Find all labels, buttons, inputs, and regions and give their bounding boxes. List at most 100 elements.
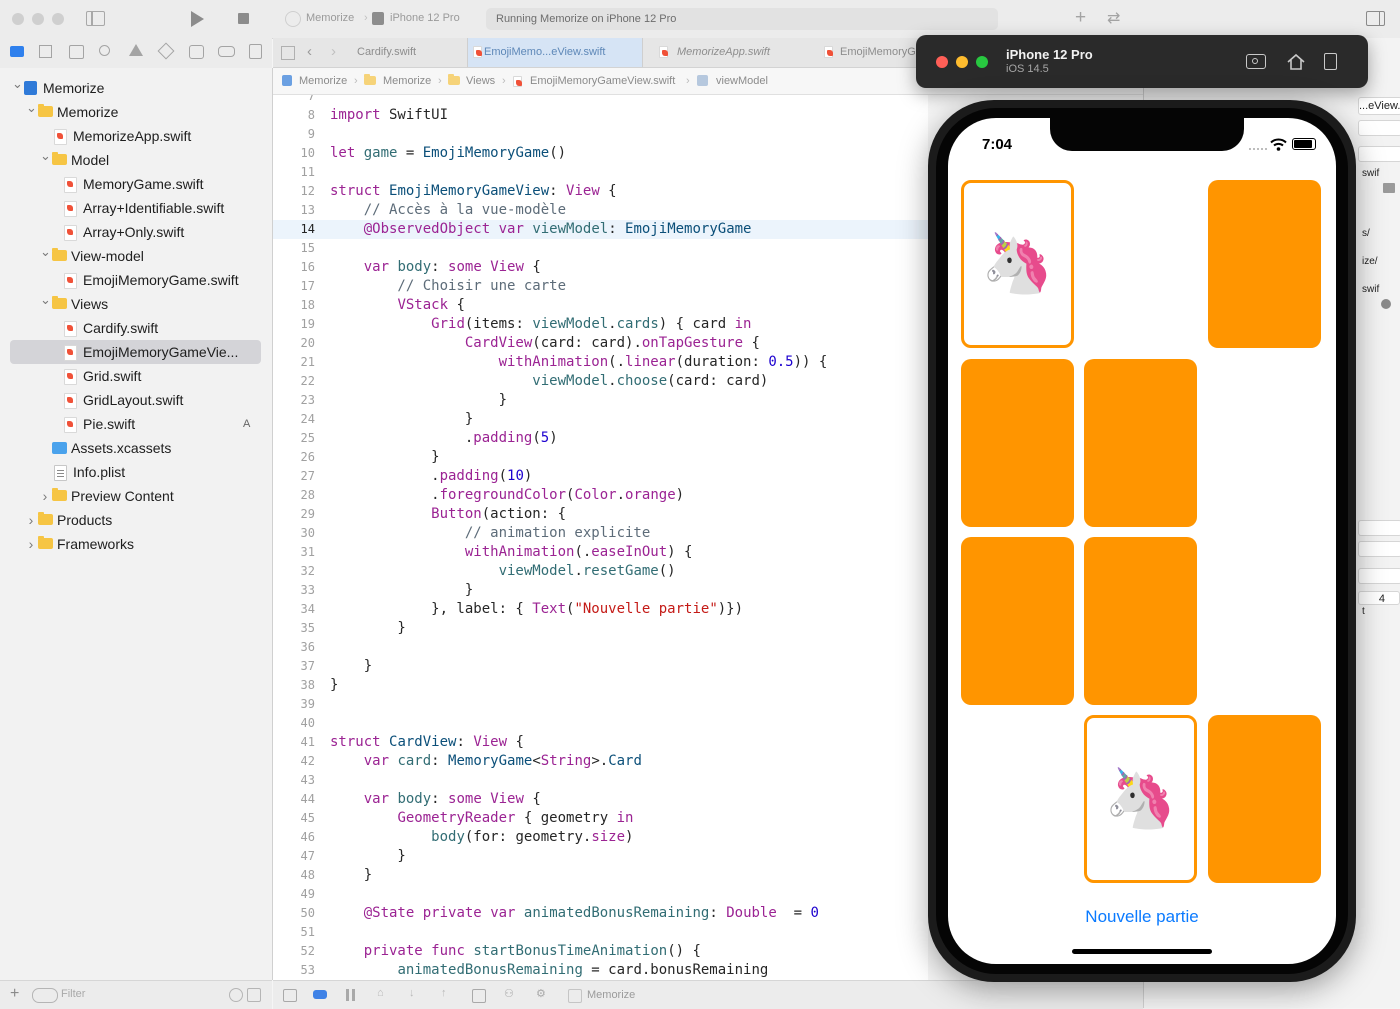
scheme-selector[interactable]: Memorize (306, 12, 354, 24)
card-face-down[interactable] (1208, 715, 1321, 883)
view-hierarchy-icon[interactable] (472, 989, 486, 1003)
navigator-item[interactable]: EmojiMemoryGameVie... (0, 340, 272, 364)
code-line[interactable]: } (330, 866, 372, 885)
step-over-icon[interactable]: ⌂ (377, 987, 384, 999)
screenshot-icon[interactable] (1246, 54, 1266, 69)
rotate-icon[interactable] (1324, 53, 1337, 70)
code-line[interactable]: var body: some View { (330, 258, 541, 277)
code-line[interactable]: @ObservedObject var viewModel: EmojiMemo… (330, 220, 752, 239)
code-line[interactable]: withAnimation(.easeInOut) { (330, 543, 693, 562)
zoom-window-button[interactable] (976, 56, 988, 68)
inspector-icon[interactable] (1366, 11, 1385, 26)
code-line[interactable]: } (330, 657, 372, 676)
minimize-window-button[interactable] (956, 56, 968, 68)
navigator-item[interactable]: ⌄ Views (0, 292, 272, 316)
code-line[interactable]: } (330, 676, 338, 695)
folder-icon[interactable] (10, 46, 24, 57)
code-line[interactable]: .padding(5) (330, 429, 558, 448)
code-line[interactable]: let game = EmojiMemoryGame() (330, 144, 566, 163)
code-area[interactable]: 7 8 import SwiftUI 9 10 let game = EmojiMemor… (273, 95, 928, 980)
swap-icon[interactable]: ⇄ (1107, 8, 1120, 28)
card-matched[interactable] (1208, 359, 1321, 527)
search-icon[interactable] (99, 45, 110, 56)
code-line[interactable]: // animation explicite (330, 524, 650, 543)
code-line[interactable]: viewModel.choose(card: card) (330, 372, 768, 391)
chevron-down-icon[interactable]: ⌄ (26, 96, 37, 120)
chevron-down-icon[interactable]: ⌄ (40, 288, 51, 312)
back-icon[interactable]: ‹ (307, 43, 312, 60)
card-face-up[interactable]: 🦄 (1084, 715, 1197, 883)
filename-field[interactable]: ...eView.swift (1358, 97, 1400, 115)
step-into-icon[interactable]: ↓ (409, 987, 415, 999)
recent-files-icon[interactable] (229, 988, 243, 1002)
navigator-item[interactable]: ⌄ Memorize (0, 76, 272, 100)
code-line[interactable]: } (330, 847, 405, 866)
code-line[interactable]: VStack { (330, 296, 464, 315)
code-line[interactable]: } (330, 448, 439, 467)
jump-file[interactable]: EmojiMemoryGameView.swift (530, 68, 675, 94)
navigator-item[interactable]: ⌄ View-model (0, 244, 272, 268)
card-face-down[interactable] (1208, 180, 1321, 348)
chevron-down-icon[interactable]: ⌄ (12, 72, 23, 96)
code-line[interactable]: import SwiftUI (330, 106, 448, 125)
warning-icon[interactable] (129, 44, 143, 56)
home-indicator[interactable] (1072, 949, 1212, 954)
breakpoint-icon[interactable] (218, 46, 235, 57)
code-line[interactable]: var body: some View { (330, 790, 541, 809)
navigator-item[interactable]: › Products (0, 508, 272, 532)
navigator-item[interactable]: Pie.swift A (0, 412, 272, 436)
hide-debug-area-icon[interactable] (283, 989, 297, 1002)
navigator-item[interactable]: ⌄ Memorize (0, 100, 272, 124)
code-line[interactable]: }, label: { Text("Nouvelle partie")}) (330, 600, 743, 619)
code-line[interactable]: GeometryReader { geometry in (330, 809, 633, 828)
navigator-item[interactable]: Assets.xcassets (0, 436, 272, 460)
code-line[interactable]: private func startBonusTimeAnimation() { (330, 942, 701, 961)
card-matched[interactable] (961, 715, 1074, 883)
inspector-popup[interactable] (1358, 568, 1400, 584)
tab-emoji-memory-game-view[interactable]: EmojiMemo...eView.swift (467, 38, 643, 67)
chevron-down-icon[interactable]: ⌄ (40, 144, 51, 168)
code-line[interactable]: viewModel.resetGame() (330, 562, 676, 581)
stop-icon[interactable] (238, 13, 249, 24)
code-line[interactable]: // Accès à la vue-modèle (330, 201, 566, 220)
test-icon[interactable] (157, 42, 175, 60)
jump-project[interactable]: Memorize (299, 68, 347, 94)
card-face-down[interactable] (1084, 537, 1197, 705)
step-out-icon[interactable]: ↑ (441, 987, 447, 999)
memory-graph-icon[interactable]: ⚇ (504, 987, 514, 1000)
tab-memorize-app[interactable]: MemorizeApp.swift (653, 38, 793, 67)
card-face-down[interactable] (961, 537, 1074, 705)
card-face-up[interactable]: 🦄 (961, 180, 1074, 348)
home-icon[interactable] (1286, 53, 1306, 74)
chevron-right-icon[interactable]: › (26, 532, 36, 556)
navigator-item[interactable]: › Frameworks (0, 532, 272, 556)
code-line[interactable]: @State private var animatedBonusRemainin… (330, 904, 819, 923)
environment-icon[interactable]: ⚙ (536, 987, 546, 1000)
code-line[interactable]: body(for: geometry.size) (330, 828, 633, 847)
plus-icon[interactable]: + (1075, 7, 1086, 29)
inspector-popup[interactable] (1358, 541, 1400, 557)
symbol-icon[interactable] (69, 45, 84, 59)
debug-icon[interactable] (189, 45, 204, 59)
inspector-popup[interactable] (1358, 520, 1400, 536)
close-window-button[interactable] (936, 56, 948, 68)
inspector-popup[interactable] (1358, 120, 1400, 136)
navigator-item[interactable]: ⌄ Model (0, 148, 272, 172)
code-line[interactable]: CardView(card: card).onTapGesture { (330, 334, 760, 353)
report-icon[interactable] (249, 44, 262, 59)
scm-filter-icon[interactable] (247, 988, 261, 1002)
close-window-button[interactable] (12, 13, 24, 25)
code-line[interactable]: struct CardView: View { (330, 733, 524, 752)
arrow-circle-icon[interactable] (1381, 299, 1391, 309)
code-line[interactable]: .foregroundColor(Color.orange) (330, 486, 684, 505)
pause-icon[interactable] (346, 989, 349, 1001)
code-line[interactable]: struct EmojiMemoryGameView: View { (330, 182, 617, 201)
card-matched[interactable] (1208, 537, 1321, 705)
card-face-down[interactable] (1084, 359, 1197, 527)
navigator-item[interactable]: Info.plist (0, 460, 272, 484)
navigator-item[interactable]: Cardify.swift (0, 316, 272, 340)
code-line[interactable]: // Choisir une carte (330, 277, 566, 296)
navigator-item[interactable]: MemoryGame.swift (0, 172, 272, 196)
code-line[interactable]: } (330, 581, 473, 600)
code-line[interactable]: } (330, 619, 405, 638)
